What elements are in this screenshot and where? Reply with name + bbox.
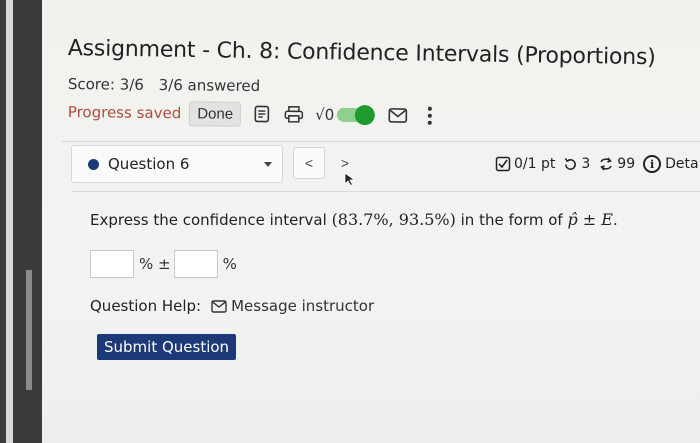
cursor-icon xyxy=(344,171,356,190)
question-meta: 0/1 pt 3 99 i Deta xyxy=(495,155,699,173)
math-toggle[interactable]: √0 xyxy=(315,105,376,126)
question-selector-label: Question 6 xyxy=(108,155,190,173)
previous-question-button[interactable]: < xyxy=(293,147,325,179)
header-divider xyxy=(62,141,700,142)
prompt-prefix: Express the confidence interval xyxy=(90,211,332,229)
toggle-knob xyxy=(355,105,376,126)
score-line: Score: 3/6 3/6 answered xyxy=(68,75,260,95)
question-status-dot xyxy=(88,158,99,170)
percent-plus-minus-label: % ± xyxy=(139,255,171,273)
sqrt-label: √0 xyxy=(315,105,335,124)
page-title: Assignment - Ch. 8: Confidence Intervals… xyxy=(67,36,656,71)
more-vertical-icon[interactable] xyxy=(419,105,441,127)
message-instructor-link[interactable]: Message instructor xyxy=(211,297,374,315)
mail-icon[interactable] xyxy=(387,104,409,126)
done-button[interactable]: Done xyxy=(189,100,242,127)
document-icon[interactable] xyxy=(251,103,273,125)
form-end: . xyxy=(612,211,618,229)
progress-saved-status: Progress saved xyxy=(67,102,182,123)
print-icon[interactable] xyxy=(283,103,305,125)
details-label: Deta xyxy=(665,156,699,172)
percent-label: % xyxy=(222,255,237,273)
toggle-icon[interactable] xyxy=(337,105,376,126)
interval-value: (83.7%, 93.5%) xyxy=(331,210,456,229)
question-selector[interactable]: Question 6 xyxy=(71,145,283,183)
chevron-down-icon xyxy=(264,162,272,167)
assignment-page: Assignment - Ch. 8: Confidence Intervals… xyxy=(42,0,700,443)
question-help-label: Question Help: xyxy=(90,297,202,315)
bezel-shadow xyxy=(26,270,32,390)
question-help: Question Help: Message instructor xyxy=(90,297,374,315)
retries-value: 3 xyxy=(581,156,591,172)
prompt-middle: in the form of xyxy=(455,211,568,229)
answer-row: % ± % xyxy=(90,250,240,278)
left-bezel xyxy=(0,0,42,443)
mail-icon xyxy=(211,299,227,313)
attempts-value: 99 xyxy=(617,156,636,172)
submit-question-button[interactable]: Submit Question xyxy=(97,334,237,360)
toolbar-row: Progress saved Done √0 xyxy=(68,98,442,130)
question-divider xyxy=(72,191,700,192)
question-bar: Question 6 < > 0/1 pt 3 99 i Deta xyxy=(71,145,700,187)
details-link[interactable]: i Deta xyxy=(643,155,699,173)
retry-icon xyxy=(563,157,578,172)
checkbox-icon xyxy=(495,156,511,172)
points-value: 0/1 pt xyxy=(514,156,556,172)
form-phat: p̂ xyxy=(567,210,578,229)
message-instructor-label: Message instructor xyxy=(231,297,375,315)
answered-count: 3/6 answered xyxy=(158,75,261,96)
question-prompt: Express the confidence interval (83.7%, … xyxy=(90,210,618,229)
bezel-highlight xyxy=(6,0,13,443)
attempts-icon xyxy=(598,156,614,172)
margin-of-error-input[interactable] xyxy=(173,250,218,278)
form-e: E xyxy=(601,210,613,229)
form-plus-minus: ± xyxy=(577,210,602,229)
point-estimate-input[interactable] xyxy=(90,250,134,278)
score-value: Score: 3/6 xyxy=(67,75,144,94)
info-icon: i xyxy=(643,155,662,173)
